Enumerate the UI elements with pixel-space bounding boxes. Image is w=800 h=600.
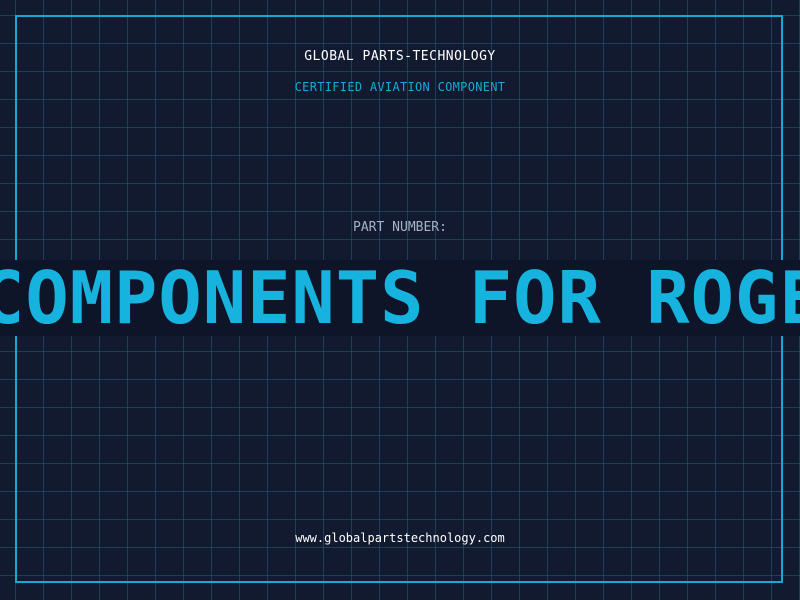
part-number-value: COMPONENTS FOR ROGERSON AIRCRAFT <box>0 260 800 336</box>
certification-subtitle: CERTIFIED AVIATION COMPONENT <box>294 80 506 94</box>
company-name: GLOBAL PARTS-TECHNOLOGY <box>304 49 496 64</box>
part-number-label: PART NUMBER: <box>353 220 447 235</box>
website-url[interactable]: www.globalpartstechnology.com <box>0 531 800 545</box>
certificate-page: GLOBAL PARTS-TECHNOLOGY CERTIFIED AVIATI… <box>0 0 800 600</box>
part-number-band: COMPONENTS FOR ROGERSON AIRCRAFT <box>0 260 800 336</box>
